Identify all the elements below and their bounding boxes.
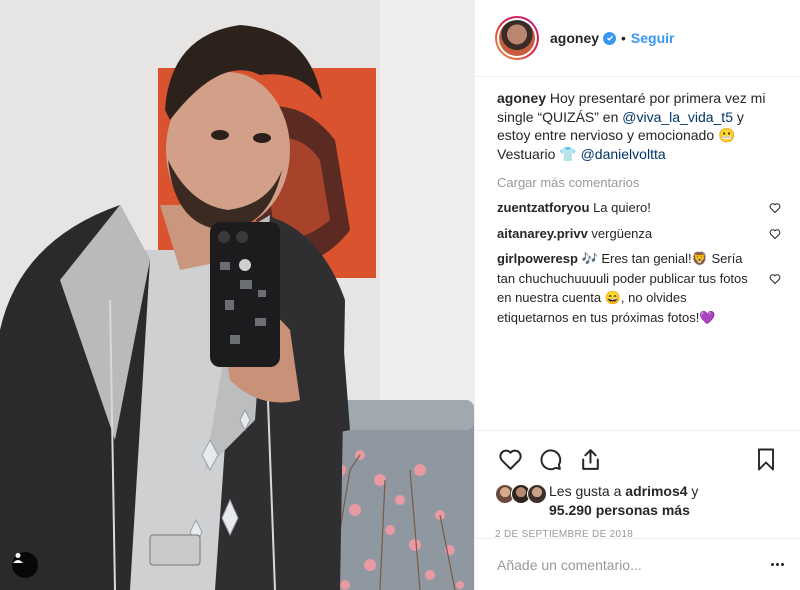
- bookmark-icon: [758, 448, 774, 470]
- comment-item: aitanarey.privv vergüenza: [497, 224, 785, 244]
- comment-username[interactable]: zuentzatforyou: [497, 200, 589, 215]
- action-icons: [495, 439, 785, 479]
- comment-like-heart-icon[interactable]: [769, 228, 781, 240]
- add-comment-bar: [475, 538, 800, 590]
- likes-suffix[interactable]: personas más: [592, 502, 690, 518]
- selfie-illustration: [0, 0, 474, 590]
- comment-button[interactable]: [535, 444, 565, 474]
- caption-mention-1[interactable]: @viva_la_vida_t5: [622, 109, 733, 125]
- share-icon: [581, 448, 599, 470]
- follow-button[interactable]: Seguir: [631, 30, 675, 46]
- comment-like-heart-icon[interactable]: [769, 273, 781, 285]
- avatar[interactable]: [495, 16, 539, 60]
- header-username[interactable]: agoney: [550, 30, 599, 46]
- user-tag-icon: [13, 553, 23, 563]
- likes-count[interactable]: 95.290: [549, 502, 592, 518]
- comment-input[interactable]: [497, 556, 757, 573]
- comment-username[interactable]: girlpoweresp: [497, 251, 578, 266]
- comments-section: agoney Hoy presentaré por primera vez mi…: [475, 78, 800, 430]
- comment-username[interactable]: aitanarey.privv: [497, 226, 588, 241]
- comment-item: zuentzatforyou La quiero!: [497, 198, 785, 218]
- post-side-panel: agoney • Seguir agoney Hoy presentaré po…: [474, 0, 800, 590]
- share-button[interactable]: [575, 444, 605, 474]
- more-options-icon[interactable]: [769, 563, 785, 566]
- comment-icon: [539, 448, 561, 470]
- comment-text: La quiero!: [589, 200, 651, 215]
- separator-dot: •: [621, 30, 626, 46]
- likes-middle: y: [687, 483, 699, 499]
- post-photo[interactable]: [0, 0, 474, 590]
- heart-icon: [498, 449, 522, 470]
- post-header: agoney • Seguir: [475, 0, 800, 77]
- user-tag-button[interactable]: [12, 552, 38, 578]
- likes-prefix: Les gusta a: [549, 483, 626, 499]
- likes-user[interactable]: adrimos4: [625, 483, 687, 499]
- likes-summary: Les gusta a adrimos4 y 95.290 personas m…: [495, 482, 785, 520]
- comment-item: girlpoweresp 🎶 Eres tan genial!🦁 Sería t…: [497, 249, 785, 327]
- post-caption: agoney Hoy presentaré por primera vez mi…: [497, 89, 779, 163]
- load-more-comments-button[interactable]: Cargar más comentarios: [497, 175, 785, 190]
- likes-text: Les gusta a adrimos4 y 95.290 personas m…: [549, 482, 698, 520]
- caption-mention-2[interactable]: @danielvoltta: [581, 146, 666, 162]
- comment-text: vergüenza: [587, 225, 653, 241]
- liker-avatars[interactable]: [495, 484, 549, 506]
- like-button[interactable]: [495, 444, 525, 474]
- post-actions: Les gusta a adrimos4 y 95.290 personas m…: [475, 430, 800, 540]
- verified-icon: [603, 31, 617, 45]
- caption-username[interactable]: agoney: [497, 90, 546, 106]
- comment-like-heart-icon[interactable]: [769, 202, 781, 214]
- instagram-post: agoney • Seguir agoney Hoy presentaré po…: [0, 0, 800, 590]
- save-button[interactable]: [751, 444, 781, 474]
